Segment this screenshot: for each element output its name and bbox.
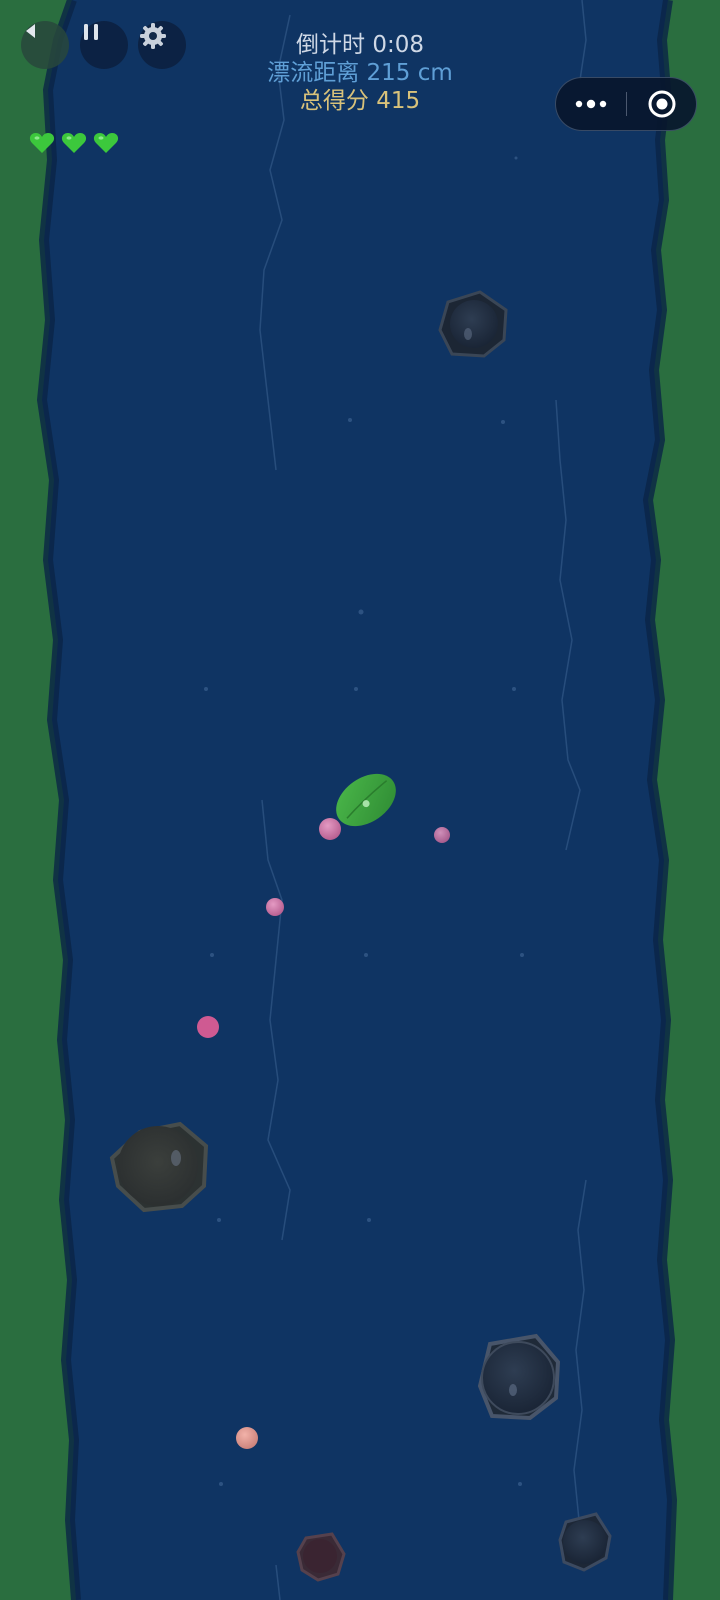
- rock-bottom-right: [558, 1512, 612, 1572]
- river-scene: [36, 0, 678, 1600]
- target-close-icon: [648, 90, 676, 118]
- heart-icon: [93, 133, 119, 153]
- distance-value: 215 cm: [366, 60, 453, 86]
- pink-berry: [434, 827, 450, 843]
- pink-berry: [319, 818, 341, 840]
- timer-value: 0:08: [372, 32, 424, 58]
- rock-upper: [438, 290, 508, 358]
- heart-icon: [29, 133, 55, 153]
- close-button[interactable]: [627, 78, 697, 130]
- rock-bottom-center: [296, 1532, 346, 1582]
- rock-lower-right: [477, 1333, 561, 1421]
- lives-indicator: [29, 131, 119, 155]
- timer-label: 倒计时: [296, 32, 366, 58]
- pink-berry: [266, 898, 284, 916]
- game-stage[interactable]: 倒计时 0:08 漂流距离 215 cm 总得分 415: [0, 0, 720, 1600]
- miniprogram-capsule: [555, 77, 697, 131]
- more-dots-icon: [575, 99, 607, 109]
- countdown-timer: 倒计时 0:08: [0, 31, 720, 59]
- heart-icon: [61, 133, 87, 153]
- pink-berry: [197, 1016, 219, 1038]
- peach-berry: [236, 1427, 258, 1449]
- score-label: 总得分: [299, 88, 369, 114]
- score-value: 415: [376, 88, 421, 114]
- more-button[interactable]: [556, 78, 626, 130]
- distance-label: 漂流距离: [267, 60, 360, 86]
